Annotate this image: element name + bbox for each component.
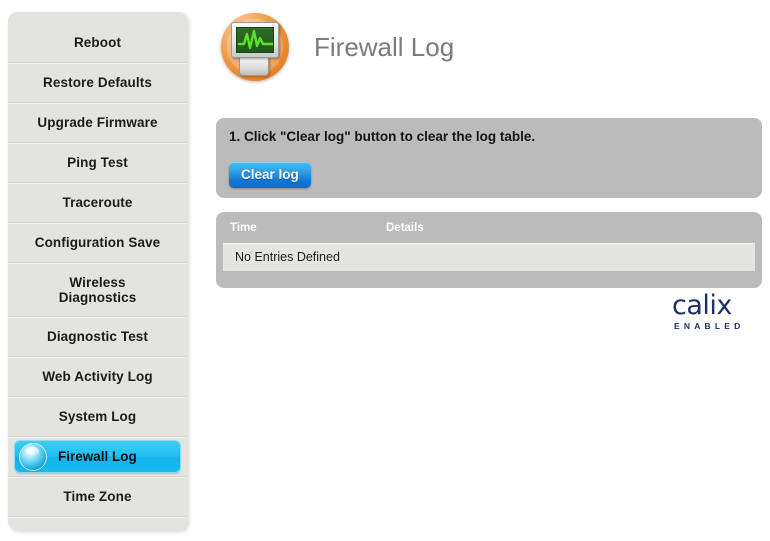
- sidebar-item-diagnostic-test[interactable]: Diagnostic Test: [8, 316, 187, 356]
- glossy-sphere-icon: [20, 443, 46, 470]
- sidebar-item-label: Ping Test: [67, 155, 128, 170]
- calix-logo: calix ENABLED: [672, 290, 745, 331]
- sidebar-item-restore-defaults[interactable]: Restore Defaults: [8, 62, 187, 102]
- waveform-icon: [237, 29, 273, 50]
- sidebar-item-label: Diagnostic Test: [46, 329, 149, 344]
- sidebar-item-label: Upgrade Firmware: [37, 115, 158, 130]
- sidebar-item-label-line1: Wireless: [69, 274, 126, 290]
- sidebar-item-system-log[interactable]: System Log: [8, 396, 187, 436]
- table-header-row: Time Details: [216, 222, 762, 240]
- sidebar-item-label-line2: Diagnostics: [58, 289, 137, 305]
- calix-logo-wordmark: calix: [672, 290, 732, 321]
- sidebar-item-label: Traceroute: [62, 195, 133, 210]
- table-cell-empty-message: No Entries Defined: [235, 250, 340, 264]
- sidebar-item-ping-test[interactable]: Ping Test: [8, 142, 187, 182]
- clear-log-button[interactable]: Clear log: [229, 162, 311, 188]
- sidebar-item-label: Restore Defaults: [43, 75, 152, 90]
- instruction-panel: 1. Click "Clear log" button to clear the…: [216, 118, 762, 198]
- column-header-time: Time: [230, 222, 257, 234]
- sidebar-item-label: Web Activity Log: [42, 369, 153, 384]
- table-row: No Entries Defined: [223, 243, 755, 271]
- sidebar-item-upgrade-firmware[interactable]: Upgrade Firmware: [8, 102, 187, 142]
- sidebar-item-web-activity-log[interactable]: Web Activity Log: [8, 356, 187, 396]
- firewall-log-table-panel: Time Details No Entries Defined: [216, 212, 762, 288]
- sidebar-item-label: Wireless Diagnostics: [59, 275, 137, 305]
- monitor-screen: [236, 27, 274, 53]
- sidebar-item-configuration-save[interactable]: Configuration Save: [8, 222, 187, 262]
- sidebar-nav: Reboot Restore Defaults Upgrade Firmware…: [8, 12, 187, 530]
- sidebar-item-label: Reboot: [73, 34, 122, 50]
- sidebar-item-wireless-diagnostics[interactable]: Wireless Diagnostics: [8, 262, 187, 316]
- calix-logo-tagline: ENABLED: [674, 321, 745, 331]
- sidebar-item-time-zone[interactable]: Time Zone: [8, 476, 187, 516]
- page-header: Firewall Log: [218, 4, 454, 90]
- sidebar-item-label: Firewall Log: [58, 449, 137, 464]
- sidebar-item-firewall-log[interactable]: Firewall Log: [8, 436, 187, 476]
- sidebar-item-label: Configuration Save: [34, 235, 161, 250]
- monitor-stand: [239, 56, 269, 76]
- monitor-body: [231, 22, 279, 58]
- sidebar-item-label: System Log: [58, 409, 137, 424]
- active-item-highlight: Firewall Log: [14, 440, 181, 473]
- sidebar-item-label: Time Zone: [63, 489, 132, 504]
- page-title: Firewall Log: [314, 31, 455, 62]
- instruction-text: 1. Click "Clear log" button to clear the…: [229, 129, 536, 144]
- sidebar-filler: [8, 516, 187, 530]
- monitor-waveform-icon: [218, 10, 292, 84]
- column-header-details: Details: [386, 222, 424, 234]
- sidebar-item-reboot[interactable]: Reboot: [8, 22, 187, 62]
- sidebar-item-traceroute[interactable]: Traceroute: [8, 182, 187, 222]
